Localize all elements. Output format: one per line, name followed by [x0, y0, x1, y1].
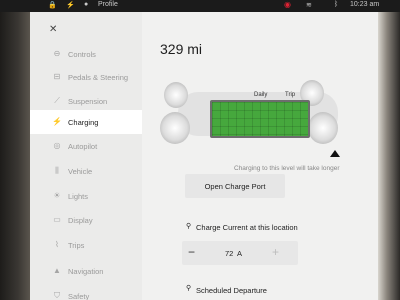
- location-pin-icon: ⚲: [186, 223, 192, 230]
- shield-icon: ⛉: [54, 291, 60, 300]
- bluetooth-icon: ᛒ: [334, 1, 339, 8]
- sidebar-item-controls[interactable]: ⊖ Controls: [30, 42, 142, 66]
- sidebar-item-label: Display: [68, 216, 93, 225]
- profile-button[interactable]: Profile: [98, 1, 118, 8]
- open-charge-port-button[interactable]: Open Charge Port: [185, 174, 285, 198]
- increase-current-button[interactable]: +: [272, 245, 279, 259]
- wheel-front-left: [164, 82, 188, 108]
- sidebar-item-lights[interactable]: ☀ Lights: [30, 184, 142, 208]
- sidebar-item-label: Charging: [68, 118, 99, 127]
- sidebar-item-label: Pedals & Steering: [68, 73, 129, 82]
- charge-current-label: Charge Current at this location: [196, 223, 298, 232]
- charge-current-stepper: − 72 A +: [182, 241, 298, 265]
- wheel-front-right: [160, 112, 190, 144]
- car-battery-illustration: Daily Trip: [160, 74, 340, 157]
- lock-icon[interactable]: 🔒: [48, 1, 57, 9]
- scale-label-daily: Daily: [254, 92, 268, 98]
- charging-panel: 329 mi Daily Trip Charging to this level…: [142, 12, 378, 300]
- sidebar-item-label: Autopilot: [68, 142, 98, 151]
- settings-screen: ✕ ⊖ Controls ⊟ Pedals & Steering ⟋ Suspe…: [30, 12, 378, 300]
- sidebar-item-safety[interactable]: ⛉ Safety: [30, 284, 142, 300]
- sidebar-item-charging[interactable]: ⚡ Charging: [30, 110, 142, 134]
- status-time: 10:23 am: [350, 1, 380, 8]
- display-icon: ▭: [53, 215, 61, 224]
- charge-current-unit: A: [237, 249, 243, 258]
- sidebar-item-label: Suspension: [68, 97, 108, 106]
- sidebar-item-vehicle[interactable]: ⫼ Vehicle: [30, 159, 142, 183]
- wifi-icon: ≋: [306, 2, 312, 9]
- sidebar-item-display[interactable]: ▭ Display: [30, 208, 142, 232]
- steering-wheel-icon: ◎: [53, 141, 61, 150]
- sidebar-item-pedals-steering[interactable]: ⊟ Pedals & Steering: [30, 65, 142, 89]
- scheduled-departure-label: Scheduled Departure: [196, 286, 267, 295]
- estimated-range: 329 mi: [160, 41, 203, 57]
- sidebar-item-navigation[interactable]: ▲ Navigation: [30, 259, 142, 283]
- scale-label-trip: Trip: [285, 92, 296, 98]
- close-icon[interactable]: ✕: [49, 24, 57, 35]
- charge-limit-slider-handle[interactable]: [330, 150, 340, 157]
- user-icon: ●: [84, 1, 89, 8]
- suspension-icon: ⟋: [54, 96, 60, 105]
- sun-icon: ☀: [53, 191, 61, 200]
- sidebar-item-label: Controls: [68, 50, 96, 59]
- navigation-arrow-icon: ▲: [53, 266, 61, 275]
- charge-current-value: 72: [225, 249, 234, 258]
- wheel-rear-right: [308, 112, 338, 144]
- screen-bezel-left: [0, 12, 30, 300]
- status-bar: 🔒 ⚡ ● Profile ◉ ≋ ᛒ 10:23 am: [0, 0, 400, 12]
- screen-bezel-right: [378, 12, 400, 300]
- location-pin-icon: ⚲: [186, 285, 192, 292]
- sidebar-item-label: Safety: [68, 292, 90, 300]
- record-icon: ◉: [284, 0, 291, 9]
- sliders-icon: ⫼: [55, 166, 59, 175]
- bolt-icon: ⚡: [52, 117, 62, 126]
- sidebar-item-label: Trips: [68, 241, 85, 250]
- bolt-icon: ⚡: [66, 2, 75, 9]
- settings-sidebar: ✕ ⊖ Controls ⊟ Pedals & Steering ⟋ Suspe…: [30, 12, 142, 300]
- battery-pack: [210, 100, 310, 138]
- sidebar-item-autopilot[interactable]: ◎ Autopilot: [30, 134, 142, 158]
- decrease-current-button[interactable]: −: [188, 245, 195, 259]
- charge-limit-note: Charging to this level will take longer: [234, 165, 340, 172]
- toggle-icon: ⊖: [53, 49, 61, 58]
- sidebar-item-trips[interactable]: ⌇ Trips: [30, 233, 142, 257]
- trips-icon: ⌇: [55, 240, 59, 249]
- sidebar-item-label: Lights: [68, 192, 89, 201]
- sidebar-item-label: Navigation: [68, 267, 104, 276]
- sidebar-item-label: Vehicle: [68, 167, 93, 176]
- car-icon: ⊟: [53, 72, 61, 81]
